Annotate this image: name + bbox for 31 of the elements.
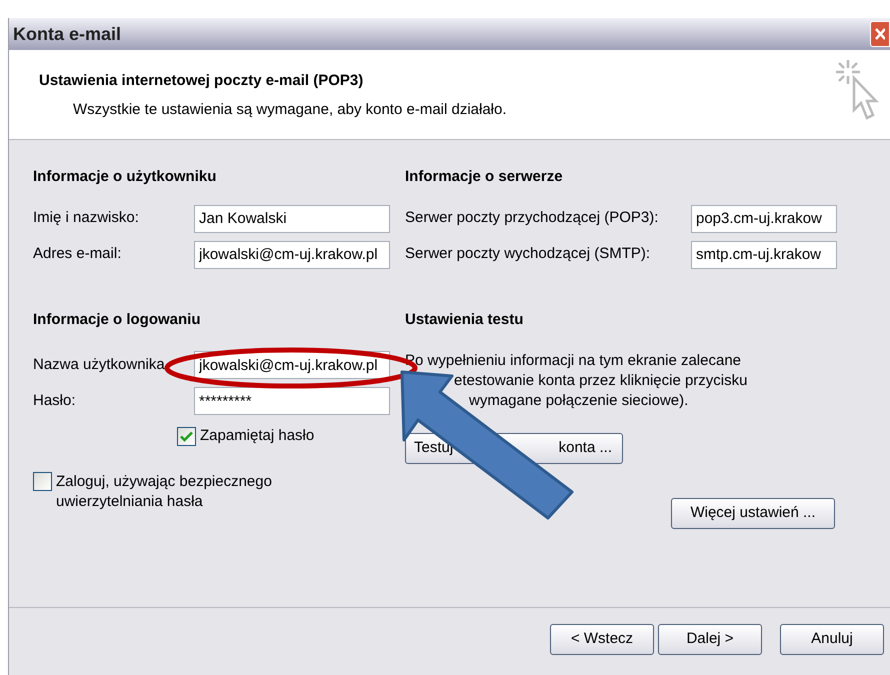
checkbox-label: Zaloguj, używając bezpiecznego uwierzytelniania hasła (56, 472, 273, 512)
checkmark-icon (180, 430, 193, 442)
close-icon (875, 28, 885, 40)
text-field[interactable]: pop3.cm-uj.krakow (691, 204, 837, 232)
field-label: Serwer poczty wychodzącej (SMTP): (405, 244, 652, 264)
section-heading: Informacje o serwerze (405, 167, 564, 187)
button[interactable]: < Wstecz (550, 624, 654, 655)
text-field[interactable]: Jan Kowalski (194, 204, 390, 232)
text-field[interactable]: smtp.cm-uj.krakow (691, 240, 837, 268)
section-heading: Informacje o logowaniu (33, 310, 202, 330)
field-label: Adres e-mail: (33, 244, 122, 264)
close-button[interactable] (870, 21, 890, 47)
window-title: Konta e-mail (13, 22, 122, 46)
button[interactable]: Więcej ustawień ... (671, 498, 835, 529)
text-field[interactable]: jkowalski@cm-uj.krakow.pl (194, 240, 390, 268)
checkbox[interactable] (177, 426, 196, 446)
field-label: Nazwa użytkownika (33, 354, 166, 375)
button[interactable]: Dalej > (658, 624, 762, 655)
text-field[interactable]: ********* (194, 387, 390, 415)
checkbox-label: Zapamiętaj hasło (200, 426, 314, 446)
field-label: Hasło: (33, 390, 77, 411)
button[interactable]: Anuluj (780, 624, 884, 655)
field-label: Serwer poczty przychodzącej (POP3): (405, 208, 660, 228)
info-text: etestowanie konta przez kliknięcie przycisku (453, 371, 748, 391)
checkbox[interactable] (33, 472, 52, 490)
field-label: Imię i nazwisko: (33, 208, 140, 228)
header-title: Ustawienia internetowej poczty e-mail (POP3) (39, 71, 364, 91)
section-heading: Informacje o użytkowniku (33, 167, 218, 187)
section-heading: Ustawienia testu (405, 310, 524, 330)
header-subtitle: Wszystkie te ustawienia są wymagane, aby konto e-mail działało. (72, 100, 507, 120)
info-text: wymagane połączenie sieciowe). (468, 391, 690, 411)
